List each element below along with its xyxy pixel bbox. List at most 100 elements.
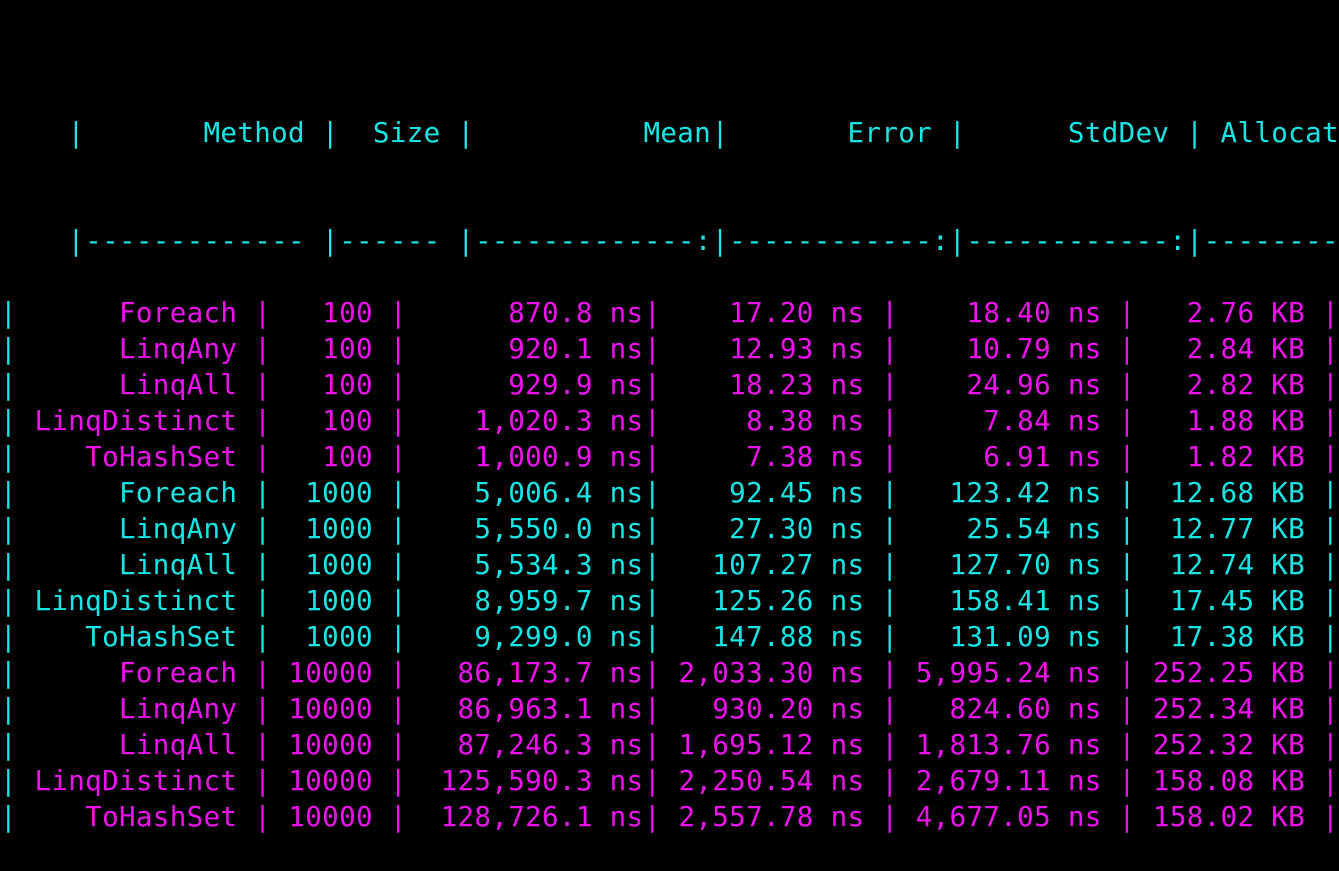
pipe: |: [881, 729, 899, 761]
pipe: |: [254, 729, 272, 761]
cell-stddev: 7.84 ns: [898, 405, 1119, 437]
pipe: |: [881, 621, 899, 653]
pipe: |: [1118, 513, 1136, 545]
table-row: | LinqAll | 10000 | 87,246.3 ns | 1,695.…: [0, 727, 1339, 763]
cell-error: 1,695.12 ns: [661, 729, 882, 761]
pipe: |: [254, 297, 272, 329]
cell-method: Foreach: [17, 477, 255, 509]
pipe: |: [881, 333, 899, 365]
pipe: |: [1321, 333, 1339, 365]
pipe: |: [1321, 549, 1339, 581]
pipe: |: [0, 513, 17, 545]
pipe: |: [254, 765, 272, 797]
pipe: |: [644, 513, 661, 545]
table-row: | LinqAny | 1000 | 5,550.0 ns | 27.30 ns…: [0, 511, 1339, 547]
cell-allocated: 12.74 KB: [1136, 549, 1322, 581]
cell-size: 1000: [271, 477, 390, 509]
pipe: |: [254, 513, 272, 545]
cell-stddev: 6.91 ns: [898, 441, 1119, 473]
pipe: |: [254, 477, 272, 509]
pipe: |: [389, 549, 407, 581]
pipe: |: [0, 477, 17, 509]
cell-mean: 1,000.9 ns: [406, 441, 661, 473]
pipe: |: [254, 369, 272, 401]
header-mean: Mean: [474, 117, 728, 149]
pipe: |: [389, 369, 407, 401]
pipe: |: [1321, 621, 1339, 653]
cell-mean: 5,006.4 ns: [406, 477, 661, 509]
pipe: |: [1321, 369, 1339, 401]
pipe: |: [389, 657, 407, 689]
cell-error: 147.88 ns: [678, 621, 882, 653]
cell-stddev: 2,679.11 ns: [898, 765, 1119, 797]
cell-stddev: 127.70 ns: [898, 549, 1119, 581]
pipe: |: [389, 801, 407, 833]
pipe: |: [1321, 801, 1339, 833]
cell-stddev: 10.79 ns: [898, 333, 1119, 365]
pipe: |: [1321, 405, 1339, 437]
pipe: |: [1321, 693, 1339, 725]
pipe: |: [644, 333, 661, 365]
pipe: |: [254, 549, 272, 581]
pipe: |: [881, 765, 899, 797]
pipe: |: [1118, 801, 1136, 833]
separator-size: ------: [339, 225, 458, 257]
cell-mean: 5,534.3 ns: [406, 549, 661, 581]
pipe: |: [67, 117, 85, 149]
pipe: |: [389, 693, 407, 725]
pipe: |: [1118, 693, 1136, 725]
cell-allocated: 17.45 KB: [1136, 585, 1322, 617]
cell-mean: 5,550.0 ns: [406, 513, 661, 545]
cell-method: Foreach: [17, 657, 255, 689]
table-row: | Foreach | 10000 | 86,173.7 ns | 2,033.…: [0, 655, 1339, 691]
cell-stddev: 131.09 ns: [898, 621, 1119, 653]
pipe: |: [0, 657, 17, 689]
pipe: |: [1118, 549, 1136, 581]
cell-error: 2,033.30 ns: [661, 657, 882, 689]
pipe: |: [1321, 765, 1339, 797]
pipe: |: [881, 585, 899, 617]
cell-error: 17.20 ns: [678, 297, 882, 329]
cell-stddev: 824.60 ns: [898, 693, 1119, 725]
pipe: |: [1321, 657, 1339, 689]
cell-method: ToHashSet: [17, 801, 255, 833]
cell-stddev: 123.42 ns: [898, 477, 1119, 509]
pipe: |: [254, 441, 272, 473]
pipe: |: [1118, 585, 1136, 617]
cell-mean: 920.1 ns: [406, 333, 661, 365]
cell-mean: 870.8 ns: [406, 297, 661, 329]
pipe: |: [0, 297, 17, 329]
pipe: |: [389, 477, 407, 509]
pipe: |: [881, 549, 899, 581]
pipe: |: [389, 765, 407, 797]
pipe: |: [321, 117, 339, 149]
cell-stddev: 5,995.24 ns: [898, 657, 1119, 689]
table-row: | LinqAll | 1000 | 5,534.3 ns | 107.27 n…: [0, 547, 1339, 583]
separator-mean: -------------:: [474, 225, 712, 257]
pipe: |: [1321, 297, 1339, 329]
header-allocated: Allocated: [1220, 117, 1339, 149]
pipe: |: [389, 405, 407, 437]
pipe: |: [1186, 225, 1204, 257]
pipe: |: [67, 225, 85, 257]
cell-method: LinqAll: [17, 369, 255, 401]
pipe: |: [0, 405, 17, 437]
cell-allocated: 2.76 KB: [1136, 297, 1322, 329]
cell-mean: 8,959.7 ns: [406, 585, 661, 617]
table-row: | Foreach | 100 | 870.8 ns | 17.20 ns | …: [0, 295, 1339, 331]
cell-stddev: 24.96 ns: [898, 369, 1119, 401]
cell-size: 100: [271, 333, 390, 365]
pipe: |: [0, 765, 17, 797]
pipe: |: [644, 621, 661, 653]
pipe: |: [1321, 729, 1339, 761]
pipe: |: [321, 225, 339, 257]
cell-error: 12.93 ns: [678, 333, 882, 365]
cell-size: 1000: [271, 513, 390, 545]
cell-error: 2,557.78 ns: [661, 801, 882, 833]
cell-size: 10000: [271, 729, 390, 761]
pipe: |: [0, 693, 17, 725]
cell-allocated: 1.82 KB: [1136, 441, 1322, 473]
pipe: |: [644, 441, 661, 473]
cell-allocated: 158.02 KB: [1136, 801, 1322, 833]
pipe: |: [1321, 585, 1339, 617]
